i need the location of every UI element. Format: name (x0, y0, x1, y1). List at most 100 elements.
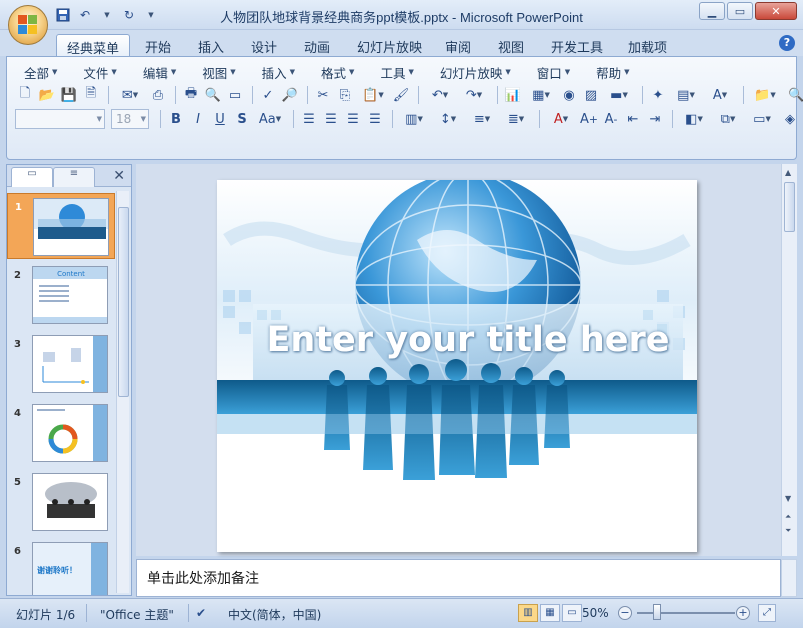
previous-slide-icon[interactable]: ⏶ (785, 512, 791, 522)
menu-slideshow[interactable]: 幻灯片放映 ▼ (431, 63, 520, 81)
slide-thumbnail-4[interactable]: 4 (7, 400, 115, 466)
help-icon[interactable]: ? (779, 35, 795, 51)
slide-title[interactable]: Enter your title here (253, 320, 683, 360)
shadow-text-icon[interactable]: S (232, 109, 252, 129)
paste-icon[interactable]: 📋 ▼ (357, 85, 389, 105)
slide-thumbnail-5[interactable]: 5 (7, 469, 115, 535)
print-icon[interactable]: 🖶 (181, 85, 201, 105)
bullets-icon[interactable]: ≣ ▼ (500, 109, 532, 129)
slide-thumbnail-2[interactable]: 2 Content (7, 262, 115, 328)
fit-to-window-icon[interactable]: ⤢ (758, 604, 776, 622)
menu-help[interactable]: 帮助 ▼ (587, 63, 638, 81)
font-name-combo[interactable]: ▼ (15, 109, 105, 129)
slideshow-view-button[interactable]: ▭ (562, 604, 582, 622)
menu-window[interactable]: 窗口 ▼ (528, 63, 579, 81)
permission-icon[interactable]: 🗎 (81, 85, 101, 105)
slide-view-icon[interactable]: ▭ (225, 85, 245, 105)
office-button[interactable] (8, 5, 48, 45)
font-color-icon[interactable]: A ▼ (545, 109, 577, 129)
open-folder-icon[interactable]: 📂 (37, 85, 57, 105)
slide-thumbnail-3[interactable]: 3 (7, 331, 115, 397)
color-grayscale-icon[interactable]: ▨ (581, 85, 601, 105)
format-painter-icon[interactable]: 🖌 (391, 85, 411, 105)
justify-icon[interactable]: ☰ (365, 109, 385, 129)
shape-fill-icon[interactable]: ◈ (780, 109, 800, 129)
zoom-icon[interactable]: 🔍▼ (783, 85, 803, 105)
arrange-icon[interactable]: ⧉ ▼ (712, 109, 744, 129)
language-indicator[interactable]: 中文(简体，中国) (228, 606, 321, 623)
zoom-level[interactable]: 50% (582, 606, 609, 620)
zoom-in-icon[interactable]: + (736, 606, 750, 620)
design-icon[interactable]: ▤ ▼ (670, 85, 702, 105)
tab-review[interactable]: 审阅 (435, 34, 481, 56)
zoom-slider-knob[interactable] (653, 604, 661, 620)
new-slide-icon[interactable]: ✦ (648, 85, 668, 105)
decrease-indent-icon[interactable]: ⇤ (623, 109, 643, 129)
undo-icon[interactable]: ↶ ▼ (424, 85, 456, 105)
align-center-icon[interactable]: ☰ (321, 109, 341, 129)
normal-view-button[interactable]: ▥ (518, 604, 538, 622)
minimize-icon[interactable]: ▁ (699, 2, 725, 20)
folder-icon[interactable]: 📁 ▼ (749, 85, 781, 105)
scroll-up-icon[interactable]: ▲ (785, 168, 791, 177)
tab-developer[interactable]: 开发工具 (541, 34, 613, 56)
menu-view[interactable]: 视图 ▼ (193, 63, 244, 81)
thumbnail-scrollbar[interactable] (116, 191, 129, 593)
cut-icon[interactable]: ✂ (313, 85, 333, 105)
zoom-out-icon[interactable]: − (618, 606, 632, 620)
publish-icon[interactable]: ⎙ (148, 85, 168, 105)
tab-slideshow[interactable]: 幻灯片放映 (347, 34, 432, 56)
tab-design[interactable]: 设计 (241, 34, 287, 56)
insert-chart-icon[interactable]: 📊 (503, 85, 523, 105)
align-left-icon[interactable]: ☰ (299, 109, 319, 129)
underline-icon[interactable]: U (210, 109, 230, 129)
menu-format[interactable]: 格式 ▼ (312, 63, 363, 81)
notes-pane[interactable]: 单击此处添加备注 (136, 559, 781, 597)
tab-animation[interactable]: 动画 (294, 34, 340, 56)
menu-file[interactable]: 文件 ▼ (74, 63, 125, 81)
research-icon[interactable]: 🔎 (280, 85, 300, 105)
italic-icon[interactable]: I (188, 109, 208, 129)
zoom-slider[interactable] (637, 612, 735, 614)
new-document-icon[interactable]: 🗋 (15, 85, 35, 105)
tab-slides[interactable]: ▭ (11, 167, 53, 187)
align-right-icon[interactable]: ☰ (343, 109, 363, 129)
menu-edit[interactable]: 编辑 ▼ (134, 63, 185, 81)
scroll-thumb[interactable] (784, 182, 795, 232)
tab-home[interactable]: 开始 (135, 34, 181, 56)
spell-check-icon[interactable]: ✔ (196, 606, 206, 620)
slide-sorter-view-button[interactable]: ▦ (540, 604, 560, 622)
close-icon[interactable]: ✕ (755, 2, 797, 20)
bold-icon[interactable]: B (166, 109, 186, 129)
close-pane-icon[interactable]: ✕ (113, 168, 125, 184)
tab-view[interactable]: 视图 (488, 34, 534, 56)
menu-all[interactable]: 全部 ▼ (15, 63, 66, 81)
shapes-icon[interactable]: ◧ ▼ (678, 109, 710, 129)
shrink-font-icon[interactable]: A- (601, 109, 621, 129)
insert-table-icon[interactable]: ▦ ▼ (525, 85, 557, 105)
email-icon[interactable]: ✉ ▼ (114, 85, 146, 105)
maximize-icon[interactable]: ▭ (727, 2, 753, 20)
spelling-icon[interactable]: ✓ (258, 85, 278, 105)
insert-picture-icon[interactable]: ◉ (559, 85, 579, 105)
notes-scrollbar[interactable] (781, 559, 797, 597)
slide-layout-icon[interactable]: ▬ ▼ (603, 85, 635, 105)
menu-tools[interactable]: 工具 ▼ (371, 63, 422, 81)
slide-canvas[interactable]: Enter your title here (217, 180, 697, 552)
tab-addins[interactable]: 加载项 (618, 34, 677, 56)
scroll-down-icon[interactable]: ▼ (785, 494, 791, 503)
quick-styles-icon[interactable]: ▭ ▼ (746, 109, 778, 129)
tab-classic-menu[interactable]: 经典菜单 (56, 34, 131, 57)
next-slide-icon[interactable]: ⏷ (785, 526, 791, 536)
change-case-icon[interactable]: Aa ▼ (254, 109, 286, 129)
tab-outline[interactable]: ≡ (53, 167, 95, 187)
text-box-icon[interactable]: A ▼ (704, 85, 736, 105)
scroll-thumb[interactable] (118, 207, 129, 397)
grow-font-icon[interactable]: A + (579, 109, 599, 129)
slide-thumbnail-6[interactable]: 6 谢谢聆听！ (7, 538, 115, 595)
font-size-combo[interactable]: 18 ▼ (111, 109, 149, 129)
redo-icon[interactable]: ↷ ▼ (458, 85, 490, 105)
columns-icon[interactable]: ▥ ▼ (398, 109, 430, 129)
increase-indent-icon[interactable]: ⇥ (645, 109, 665, 129)
line-spacing-icon[interactable]: ↕ ▼ (432, 109, 464, 129)
